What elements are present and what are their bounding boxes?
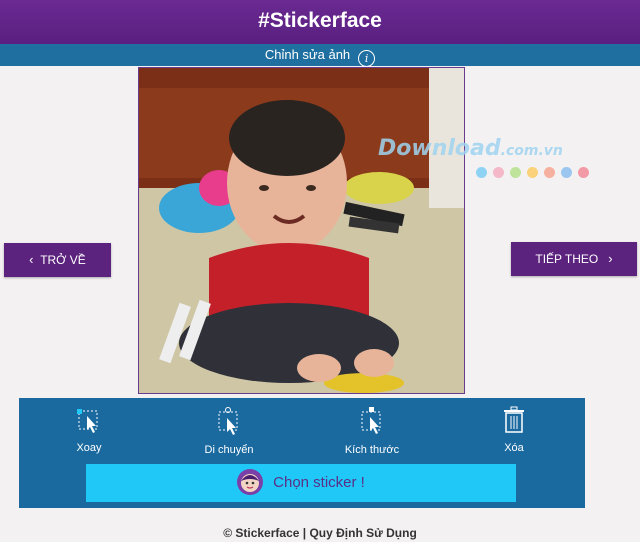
photo-canvas[interactable]	[138, 67, 465, 394]
next-button[interactable]: TIẾP THEO ›	[511, 242, 637, 276]
back-button-label: TRỞ VỀ	[40, 253, 86, 267]
move-label: Di chuyển	[204, 444, 254, 456]
info-icon[interactable]: i	[358, 50, 376, 67]
rotate-tool[interactable]: Xoay	[44, 406, 134, 454]
baby-photo	[139, 68, 464, 393]
move-tool[interactable]: Di chuyển	[184, 406, 274, 456]
rotate-label: Xoay	[76, 442, 102, 454]
footer-text[interactable]: © Stickerface | Quy Định Sử Dụng	[0, 526, 640, 540]
chevron-left-icon: ‹	[29, 252, 34, 267]
chevron-right-icon: ›	[608, 251, 613, 266]
edit-photo-label: Chỉnh sửa ảnh	[264, 47, 351, 62]
download-watermark: Download.com.vn	[378, 136, 563, 161]
sticker-face-icon	[237, 469, 264, 495]
resize-label: Kích thước	[344, 444, 400, 456]
next-button-label: TIẾP THEO	[535, 252, 599, 266]
delete-tool[interactable]: Xóa	[469, 406, 559, 454]
delete-label: Xóa	[504, 442, 524, 454]
choose-sticker-label: Chọn sticker !	[273, 474, 365, 491]
choose-sticker-button[interactable]: Chọn sticker !	[86, 464, 516, 502]
edit-toolbar: Xoay Di chuyển Kích thước Xóa Chọn stick…	[19, 398, 585, 508]
resize-icon	[361, 407, 381, 434]
resize-tool[interactable]: Kích thước	[327, 406, 417, 456]
trash-icon	[504, 406, 524, 433]
watermark-dots	[476, 165, 595, 183]
app-title: #Stickerface	[0, 0, 640, 44]
back-button[interactable]: ‹ TRỞ VỀ	[4, 243, 111, 277]
move-icon	[218, 407, 238, 435]
edit-photo-bar: Chỉnh sửa ảnh i	[0, 44, 640, 67]
rotate-icon	[77, 409, 98, 433]
